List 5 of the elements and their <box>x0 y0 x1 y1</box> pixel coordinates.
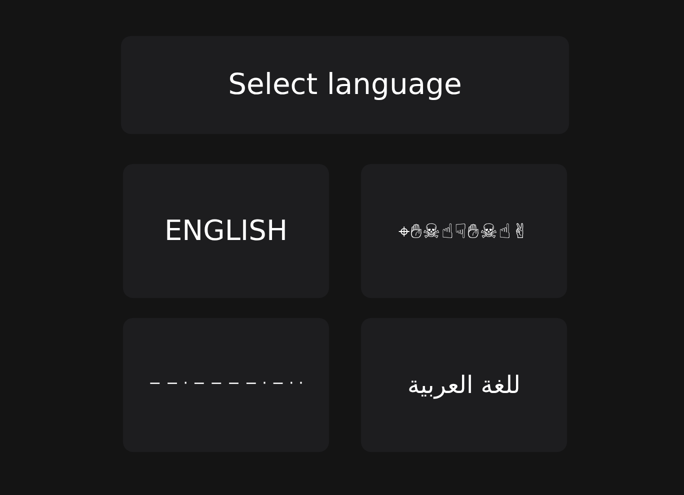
page-title: Select language <box>121 36 569 134</box>
language-button[interactable]: للغة العربية <box>361 318 567 452</box>
language-button[interactable]: ⌖✋☠☝☟✋☠☝✌ <box>361 164 567 298</box>
language-button[interactable]: − − · − − − − · − · · <box>123 318 329 452</box>
language-button[interactable]: ENGLISH <box>123 164 329 298</box>
